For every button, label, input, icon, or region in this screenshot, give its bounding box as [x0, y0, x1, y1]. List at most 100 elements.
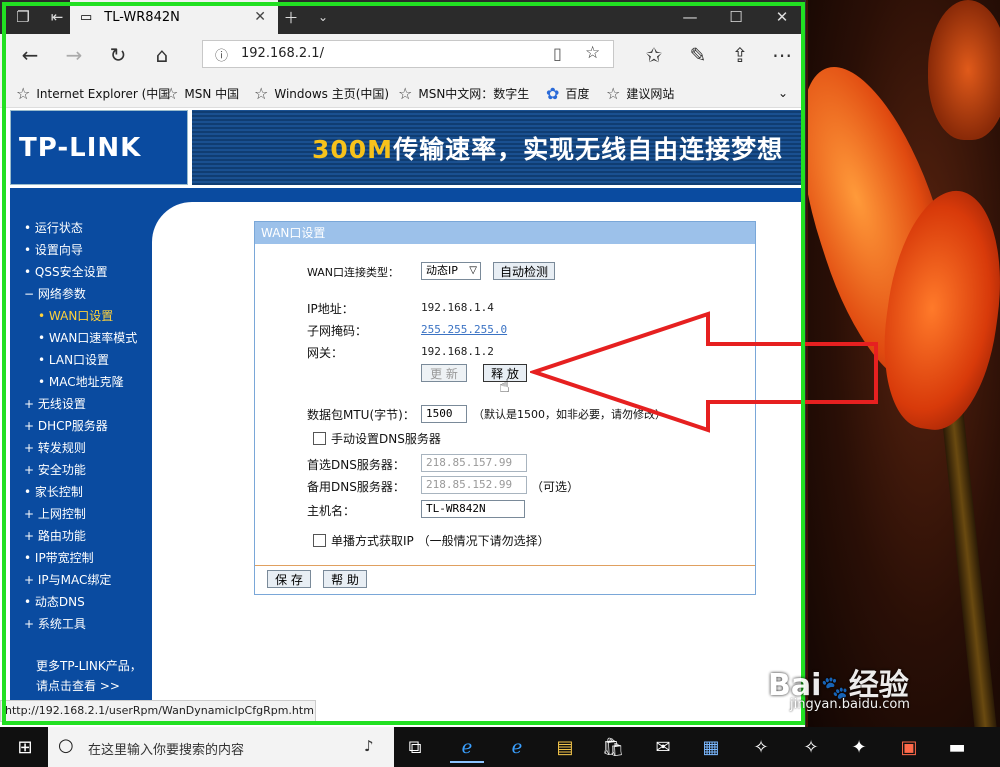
ie-icon[interactable]: ℯ	[500, 733, 534, 761]
taskbar-search[interactable]: ○ 在这里输入你要搜索的内容 ♪	[48, 727, 394, 767]
sidebar-item-mac-clone[interactable]: • MAC地址克隆	[38, 373, 124, 390]
microphone-icon[interactable]: ♪	[364, 737, 374, 755]
windows-start-icon[interactable]: ⊞	[8, 733, 42, 761]
header-divider	[10, 188, 802, 202]
browser-window: ❐ ⇤ ▭ TL-WR842N ✕ ＋ ⌄ — ☐ ✕ ← → ↻ ⌂ ⓘ 19…	[0, 0, 878, 727]
back-icon[interactable]: ←	[12, 34, 48, 76]
paw-icon: ✿	[546, 84, 560, 103]
unicast-checkbox[interactable]	[313, 534, 326, 547]
sidebar-item-parental[interactable]: • 家长控制	[24, 483, 83, 500]
unicast-label: 单播方式获取IP （一般情况下请勿选择）	[331, 534, 550, 548]
fav-item[interactable]: ☆ 建议网站	[606, 84, 674, 103]
sidebar-item-wan-speed[interactable]: • WAN口速率模式	[38, 329, 137, 346]
star-icon: ☆	[16, 84, 31, 103]
status-bar-url: http://192.168.2.1/userRpm/WanDynamicIpC…	[0, 700, 316, 722]
home-icon[interactable]: ⌂	[144, 34, 180, 76]
fav-item[interactable]: ✿ 百度	[546, 84, 589, 103]
more-icon[interactable]: ⋯	[764, 34, 800, 76]
renew-button[interactable]: 更 新	[421, 364, 467, 382]
flower-stem	[940, 399, 998, 727]
file-explorer-icon[interactable]: ▤	[548, 733, 582, 761]
task-view-icon[interactable]: ⧉	[398, 733, 432, 761]
sidebar-item-wan[interactable]: • WAN口设置	[38, 307, 113, 324]
app-icon[interactable]: ▬	[940, 733, 974, 761]
refresh-icon[interactable]: ↻	[100, 34, 136, 76]
mask-value: 255.255.255.0	[421, 323, 508, 336]
web-note-icon[interactable]: ✎	[680, 34, 716, 76]
chevron-down-icon[interactable]: ⌄	[778, 86, 788, 100]
share-icon[interactable]: ⇪	[722, 34, 758, 76]
cursor-pointer-icon: ☝	[499, 376, 510, 397]
sidebar-item-system-tools[interactable]: + 系统工具	[24, 615, 86, 632]
favorites-hub-icon[interactable]: ✩	[636, 34, 672, 76]
dns2-label: 备用DNS服务器：	[307, 480, 405, 494]
maximize-icon[interactable]: ☐	[713, 0, 759, 34]
star-icon: ☆	[606, 84, 621, 103]
forward-icon[interactable]: →	[56, 34, 92, 76]
address-bar[interactable]: ⓘ 192.168.2.1/ ▯ ☆	[202, 40, 614, 68]
store-icon[interactable]: 🛍	[596, 733, 630, 761]
hostname-input[interactable]: TL-WR842N	[421, 500, 525, 518]
sidebar-item-routing[interactable]: + 路由功能	[24, 527, 86, 544]
sidebar-item-qss[interactable]: • QSS安全设置	[24, 263, 108, 280]
star-icon: ☆	[164, 84, 179, 103]
favorite-star-icon[interactable]: ☆	[585, 43, 600, 63]
fav-item[interactable]: ☆ MSN中文网：数字生	[398, 84, 529, 103]
sidebar-item-ddns[interactable]: • 动态DNS	[24, 593, 85, 610]
sidebar-item-status[interactable]: • 运行状态	[24, 219, 83, 236]
ip-label: IP地址：	[307, 302, 354, 316]
cortana-icon: ○	[58, 735, 74, 756]
app-icon[interactable]: ▣	[892, 733, 926, 761]
star-icon: ☆	[398, 84, 413, 103]
network-app-icon[interactable]: ▦	[694, 733, 728, 761]
conn-type-select[interactable]: 动态IP ▽	[421, 262, 481, 280]
close-window-icon[interactable]: ✕	[759, 0, 805, 34]
sidebar-item-ip-mac[interactable]: + IP与MAC绑定	[24, 571, 111, 588]
sidebar-item-dhcp[interactable]: + DHCP服务器	[24, 417, 108, 434]
manual-dns-checkbox[interactable]	[313, 432, 326, 445]
minimize-icon[interactable]: —	[667, 0, 713, 34]
dns2-input[interactable]: 218.85.152.99	[421, 476, 527, 494]
tplink-logo: TP-LINK	[10, 110, 188, 185]
sidebar-item-wireless[interactable]: + 无线设置	[24, 395, 86, 412]
edge-icon[interactable]: ℯ	[450, 733, 484, 763]
info-icon: ⓘ	[215, 49, 229, 64]
chevron-down-icon[interactable]: ⌄	[300, 0, 346, 34]
manual-dns-label: 手动设置DNS服务器	[331, 432, 441, 446]
app-icon[interactable]: ✧	[744, 733, 778, 761]
app-icon[interactable]: ✧	[794, 733, 828, 761]
mail-icon[interactable]: ✉	[646, 733, 680, 761]
reading-view-icon[interactable]: ▯	[553, 44, 562, 63]
sidebar-item-bandwidth[interactable]: • IP带宽控制	[24, 549, 94, 566]
close-tab-icon[interactable]: ✕	[254, 9, 266, 25]
help-button[interactable]: 帮 助	[323, 570, 367, 588]
fav-item[interactable]: ☆ Windows 主页(中国)	[254, 84, 389, 103]
panel-title: WAN口设置	[255, 222, 755, 244]
mask-label: 子网掩码：	[307, 324, 368, 338]
save-button[interactable]: 保 存	[267, 570, 311, 588]
app-icon[interactable]: ✦	[842, 733, 876, 761]
menu-corner	[152, 202, 212, 242]
baidu-watermark-url: jingyan.baidu.com	[790, 697, 910, 712]
sidebar-item-wizard[interactable]: • 设置向导	[24, 241, 83, 258]
tab-active[interactable]: ▭ TL-WR842N ✕	[70, 0, 278, 34]
search-placeholder: 在这里输入你要搜索的内容	[88, 743, 245, 758]
more-products-link[interactable]: 更多TP-LINK产品， 请点击查看 >>	[36, 656, 142, 696]
optional-note: （可选）	[531, 480, 580, 494]
page-icon: ▭	[80, 9, 93, 25]
sidebar-item-access-control[interactable]: + 上网控制	[24, 505, 86, 522]
mtu-input[interactable]: 1500	[421, 405, 467, 423]
star-icon: ☆	[254, 84, 269, 103]
fav-item[interactable]: ☆ Internet Explorer (中国	[16, 84, 170, 103]
hostname-label: 主机名：	[307, 504, 356, 518]
sidebar-item-lan[interactable]: • LAN口设置	[38, 351, 109, 368]
fav-item[interactable]: ☆ MSN 中国	[164, 84, 239, 103]
sidebar-item-security[interactable]: + 安全功能	[24, 461, 86, 478]
auto-detect-button[interactable]: 自动检测	[493, 262, 555, 280]
header-banner: 300M传输速率，实现无线自由连接梦想	[192, 110, 802, 185]
sidebar-item-network[interactable]: − 网络参数	[24, 285, 86, 302]
gateway-value: 192.168.1.2	[421, 345, 494, 358]
tab-title: TL-WR842N	[104, 9, 180, 25]
sidebar-item-forwarding[interactable]: + 转发规则	[24, 439, 86, 456]
dns1-input[interactable]: 218.85.157.99	[421, 454, 527, 472]
